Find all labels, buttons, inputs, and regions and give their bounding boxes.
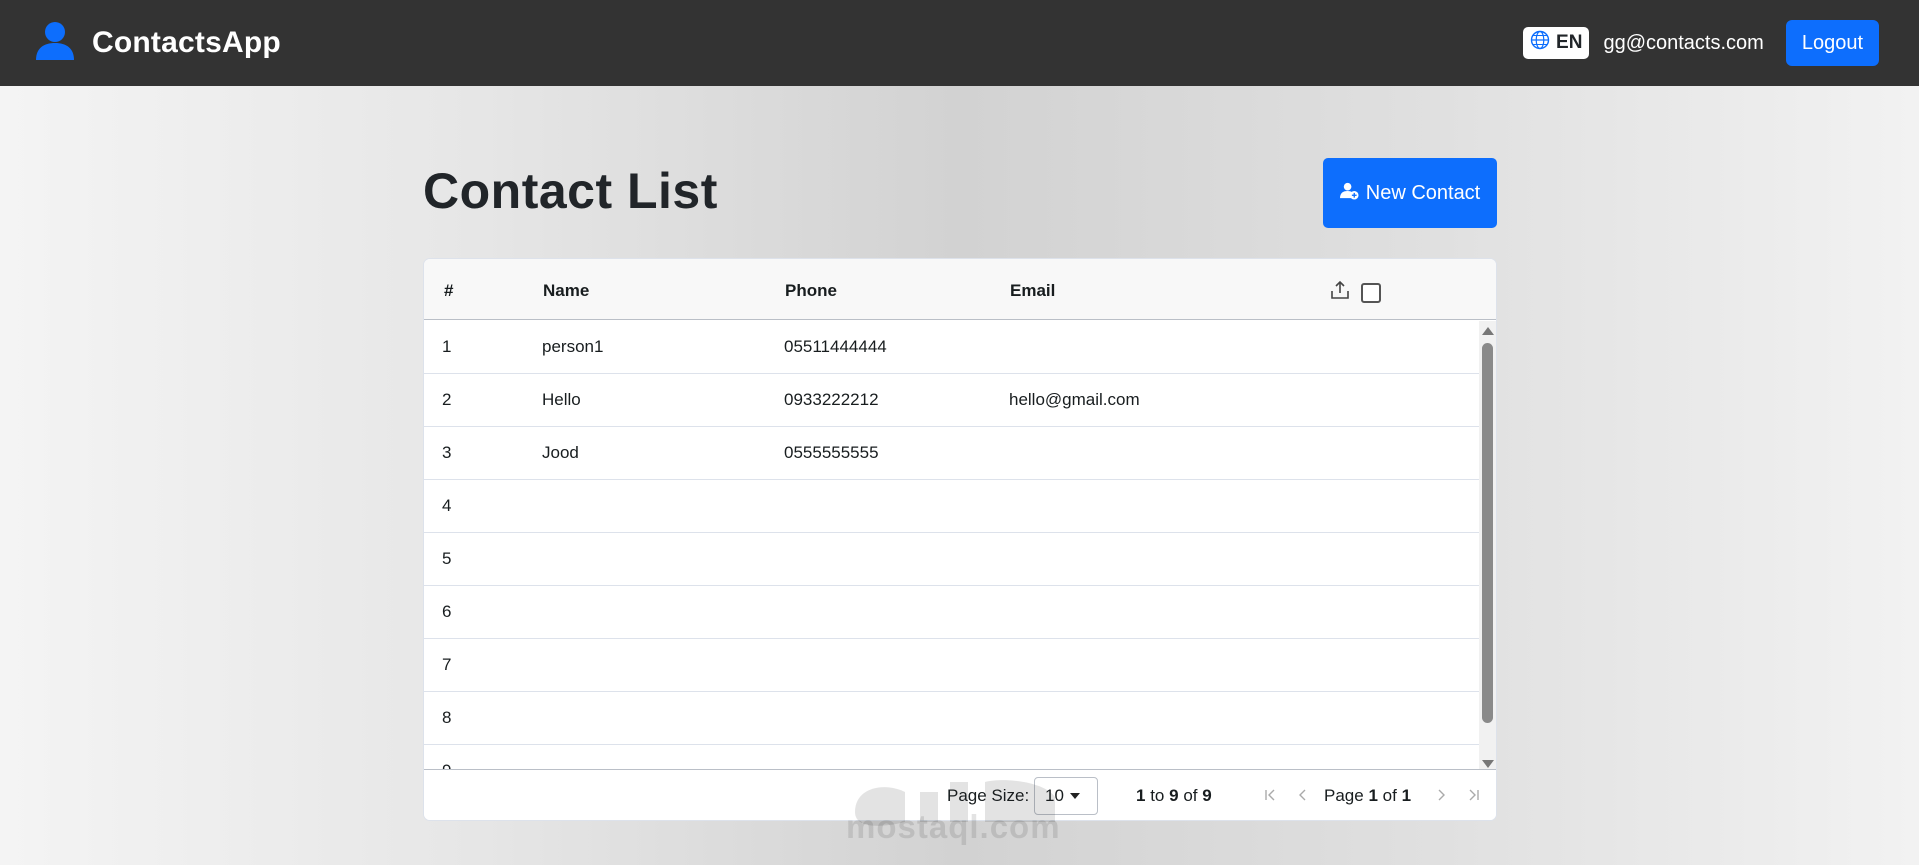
cell-number: 2 bbox=[442, 390, 452, 409]
navbar: ContactsApp EN gg@contacts.com Logout bbox=[0, 0, 1919, 86]
cell-number: 8 bbox=[442, 708, 452, 727]
person-add-icon bbox=[1339, 181, 1359, 206]
page-status: Page 1 of 1 bbox=[1324, 786, 1411, 806]
table-row[interactable]: 3 Jood 0555555555 bbox=[424, 427, 1496, 480]
cell-phone: 0555555555 bbox=[784, 443, 879, 462]
language-label: EN bbox=[1556, 32, 1583, 53]
cell-name: Jood bbox=[542, 443, 579, 462]
table-row[interactable]: 6 bbox=[424, 586, 1496, 639]
cell-number: 6 bbox=[442, 602, 452, 621]
scroll-up-arrow[interactable] bbox=[1482, 327, 1494, 335]
cell-number: 1 bbox=[442, 337, 452, 356]
column-header-email[interactable]: Email bbox=[1010, 281, 1055, 301]
cell-number: 7 bbox=[442, 655, 452, 674]
page-title: Contact List bbox=[423, 163, 718, 219]
page-word: Page bbox=[1324, 786, 1364, 805]
user-email: gg@contacts.com bbox=[1603, 31, 1764, 54]
range-total: 9 bbox=[1202, 786, 1212, 805]
nav-right: EN gg@contacts.com Logout bbox=[1523, 20, 1879, 66]
upload-icon[interactable] bbox=[1329, 279, 1351, 306]
vertical-scrollbar[interactable] bbox=[1479, 321, 1496, 774]
logout-button[interactable]: Logout bbox=[1785, 20, 1879, 66]
cell-name: Hello bbox=[542, 390, 581, 409]
cell-name: person1 bbox=[542, 337, 604, 356]
watermark-text: mostaql.com bbox=[846, 808, 1061, 845]
grid-header: # Name Phone Email bbox=[424, 259, 1496, 320]
range-to: 9 bbox=[1169, 786, 1179, 805]
range-of-word: of bbox=[1183, 786, 1198, 805]
range-from: 1 bbox=[1136, 786, 1146, 805]
page-total: 1 bbox=[1401, 786, 1412, 805]
cell-number: 4 bbox=[442, 496, 452, 515]
main-content: Contact List New Contact # Name Phone Em… bbox=[423, 158, 1497, 821]
column-header-name[interactable]: Name bbox=[543, 281, 589, 301]
header-tools bbox=[1329, 279, 1381, 306]
new-contact-button[interactable]: New Contact bbox=[1323, 158, 1497, 228]
caret-down-icon bbox=[1069, 793, 1080, 799]
previous-page-icon[interactable] bbox=[1293, 785, 1313, 805]
new-contact-label: New Contact bbox=[1365, 181, 1481, 204]
table-row[interactable]: 4 bbox=[424, 480, 1496, 533]
page-size-value: 10 bbox=[1045, 786, 1064, 805]
column-header-number[interactable]: # bbox=[444, 281, 453, 301]
table-row[interactable]: 8 bbox=[424, 692, 1496, 745]
cell-email: hello@gmail.com bbox=[1009, 390, 1140, 409]
scroll-down-arrow[interactable] bbox=[1482, 760, 1494, 768]
column-header-phone[interactable]: Phone bbox=[785, 281, 837, 301]
row-summary: 1 to 9 of 9 bbox=[1136, 786, 1212, 806]
brand-name: ContactsApp bbox=[92, 26, 281, 59]
brand[interactable]: ContactsApp bbox=[34, 20, 281, 67]
globe-icon bbox=[1530, 30, 1550, 56]
last-page-icon[interactable] bbox=[1463, 785, 1483, 805]
cell-number: 3 bbox=[442, 443, 452, 462]
table-row[interactable]: 7 bbox=[424, 639, 1496, 692]
page-header: Contact List New Contact bbox=[423, 158, 1497, 228]
table-row[interactable]: 5 bbox=[424, 533, 1496, 586]
grid-body: 1 person1 05511444444 2 Hello 0933222212… bbox=[424, 321, 1496, 774]
page-size-label: Page Size: bbox=[947, 786, 1030, 805]
table-row[interactable]: 2 Hello 0933222212 hello@gmail.com bbox=[424, 374, 1496, 427]
person-icon bbox=[34, 20, 76, 67]
contacts-grid: # Name Phone Email 1 person1 05511444444… bbox=[423, 258, 1497, 821]
cell-number: 5 bbox=[442, 549, 452, 568]
language-button[interactable]: EN bbox=[1523, 27, 1590, 59]
scroll-thumb[interactable] bbox=[1482, 343, 1493, 723]
first-page-icon[interactable] bbox=[1261, 785, 1281, 805]
page-current: 1 bbox=[1368, 786, 1378, 805]
cell-phone: 05511444444 bbox=[784, 337, 887, 356]
next-page-icon[interactable] bbox=[1431, 785, 1451, 805]
table-row[interactable]: 1 person1 05511444444 bbox=[424, 321, 1496, 374]
range-to-word: to bbox=[1150, 786, 1165, 805]
cell-phone: 0933222212 bbox=[784, 390, 879, 409]
select-all-checkbox[interactable] bbox=[1361, 282, 1381, 303]
page-of-word: of bbox=[1382, 786, 1397, 805]
